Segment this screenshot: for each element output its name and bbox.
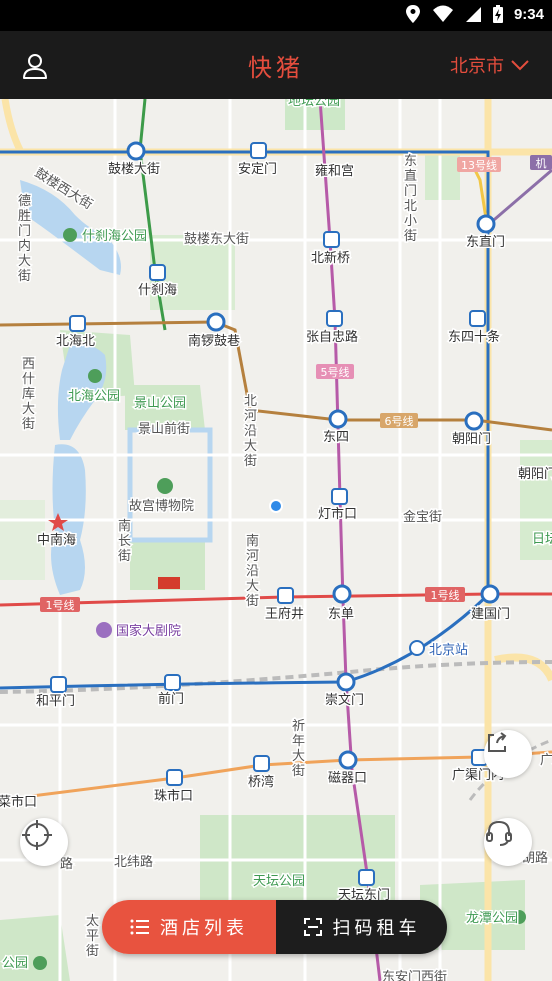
map-canvas[interactable]: 13号线 机 5号线 6号线 1号线 1号线 鼓楼大街 安定门 雍和宫 东直门 …	[0, 99, 552, 981]
locate-me-button[interactable]	[20, 818, 68, 866]
line-badge-5: 5号线	[321, 365, 350, 379]
scan-icon	[303, 918, 322, 936]
station-dongsi: 东四	[323, 430, 349, 445]
station-andingmen: 安定门	[238, 162, 277, 177]
station-zhushikou: 珠市口	[154, 788, 193, 804]
poi-shichahai-park: 什刹海公园	[82, 229, 147, 244]
line-badge-13: 13号线	[461, 158, 497, 172]
city-selector[interactable]: 北京市	[450, 52, 530, 78]
hotel-list-label: 酒店列表	[160, 918, 248, 939]
station-hepingmen: 和平门	[36, 694, 75, 709]
road-xishikudajie: 西什库大街	[22, 357, 35, 432]
list-icon	[130, 919, 149, 935]
station-qianmen: 前门	[158, 691, 184, 707]
poi-gugong: 故宫博物院	[129, 499, 194, 514]
poi-chaoyangmen-right: 朝阳门	[518, 467, 552, 482]
road-nanheyandajie: 南河沿大街	[246, 533, 259, 609]
road-jingshanqianjie: 景山前街	[138, 421, 190, 437]
station-chaoyangmen: 朝阳门	[452, 432, 491, 447]
road-dongsidajie: 东安门西街	[382, 970, 447, 981]
crosshair-icon	[22, 820, 52, 850]
station-shichahai: 什刹海	[138, 283, 177, 298]
road-lukou: 路	[60, 856, 73, 872]
share-icon	[488, 732, 507, 752]
bottom-action-bar: 酒店列表 扫码租车	[102, 900, 447, 954]
hotel-list-button[interactable]: 酒店列表	[102, 900, 276, 954]
headset-icon	[486, 820, 512, 846]
poi-ditan: 地坛公园	[288, 99, 340, 109]
road-beiweilu: 北纬路	[114, 854, 153, 870]
status-time: 9:34	[513, 5, 544, 23]
station-beijingzhan: 北京站	[429, 643, 468, 658]
station-dongdan: 东单	[328, 607, 354, 622]
share-button[interactable]	[484, 730, 532, 778]
battery-charging-icon	[492, 5, 503, 23]
chevron-down-icon	[511, 60, 529, 71]
road-dongzhimenbeixiaojie: 东直门北小街	[404, 154, 417, 244]
road-taipingjie: 太平街	[86, 914, 99, 959]
poi-park-bottom-left: 公园	[2, 956, 28, 971]
station-gulou: 鼓楼大街	[108, 162, 160, 177]
station-jianguomen: 建国门	[471, 607, 510, 622]
wifi-icon	[432, 5, 453, 22]
customer-service-button[interactable]	[484, 818, 532, 866]
poi-jingshan-park: 景山公园	[134, 396, 186, 411]
road-beiheyandajie: 北河沿大街	[244, 394, 257, 469]
station-dongsishitiao: 东四十条	[448, 329, 500, 345]
road-jinbaojie: 金宝街	[403, 509, 442, 525]
line-badge-ji: 机	[536, 156, 547, 170]
station-chongwenmen: 崇文门	[325, 693, 364, 708]
road-xinniandajie: 祈年大街	[292, 719, 305, 779]
station-yonghegong: 雍和宫	[315, 163, 354, 179]
station-dongzhimen: 东直门	[466, 235, 505, 250]
status-icons: 9:34	[404, 4, 544, 24]
station-zhangzizhonglu: 张自忠路	[306, 329, 358, 345]
signal-icon	[465, 7, 481, 22]
scan-rent-button[interactable]: 扫码租车	[276, 900, 447, 954]
road-nanchangjie: 南长街	[118, 518, 131, 564]
poi-zhongnanhai: 中南海	[37, 532, 76, 548]
road-gouloudongdajie: 鼓楼东大街	[184, 232, 249, 247]
scan-rent-label: 扫码租车	[332, 918, 421, 939]
station-beixinqiao: 北新桥	[311, 250, 350, 266]
station-beihaibei: 北海北	[56, 334, 95, 349]
poi-longtan-park: 龙潭公园	[466, 911, 518, 926]
station-qiaowan: 桥湾	[248, 774, 274, 790]
status-bar: 9:34	[0, 0, 552, 31]
poi-beihai-park: 北海公园	[68, 389, 120, 404]
road-deshengmenneidajie: 德胜门内大街	[18, 194, 31, 284]
line-badge-1-right: 1号线	[431, 588, 460, 602]
station-cishikou: 磁器口	[328, 771, 367, 786]
station-caishikou: 菜市口	[0, 794, 37, 810]
poi-guojiadajuyuan: 国家大剧院	[116, 623, 181, 639]
map-view[interactable]: 13号线 机 5号线 6号线 1号线 1号线 鼓楼大街 安定门 雍和宫 东直门 …	[0, 99, 552, 981]
line-badge-6: 6号线	[385, 414, 414, 428]
current-location-marker	[269, 499, 283, 513]
line-badge-1-left: 1号线	[46, 598, 75, 612]
station-wangfujing: 王府井	[265, 607, 304, 622]
poi-tiantan-park: 天坛公园	[253, 874, 305, 889]
poi-ritan: 日坛	[532, 532, 552, 547]
station-nanluoguxiang: 南锣鼓巷	[188, 333, 240, 349]
road-guangqu: 广渠路	[540, 752, 552, 768]
station-dengshikou: 灯市口	[318, 506, 357, 522]
location-icon	[405, 5, 420, 23]
app-header: 快猪 北京市	[0, 31, 552, 99]
city-label: 北京市	[450, 56, 504, 77]
